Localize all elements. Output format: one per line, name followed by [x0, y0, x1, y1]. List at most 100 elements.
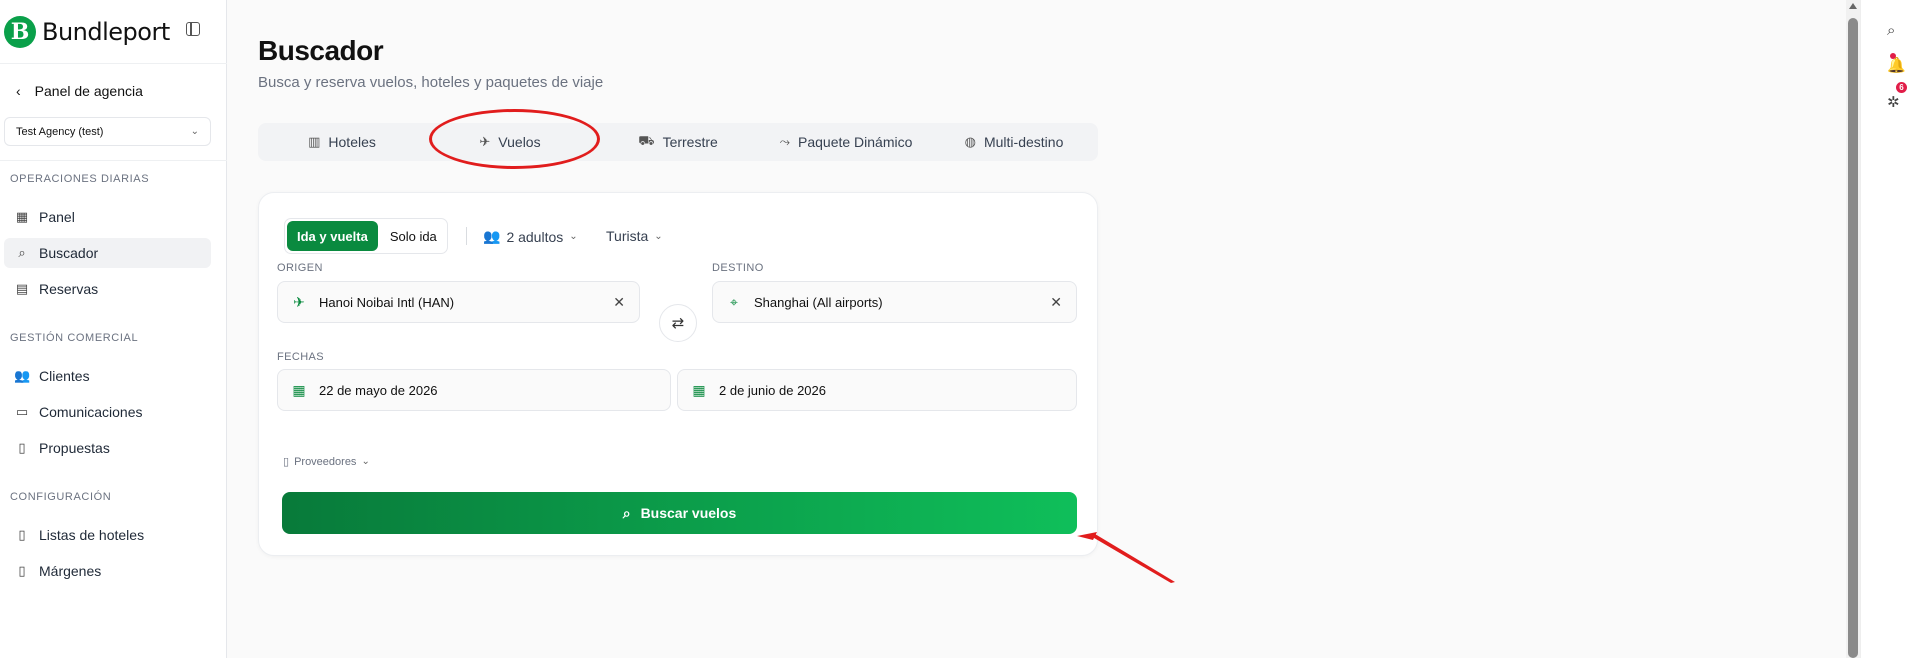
tab-hoteles[interactable]: ▥ Hoteles	[258, 123, 426, 161]
chevron-down-icon: ⌄	[361, 456, 370, 467]
divider	[0, 160, 227, 161]
section-title: OPERACIONES DIARIAS	[10, 173, 150, 185]
search-icon: ⌕	[622, 504, 631, 521]
swap-locations-button[interactable]: ⇄	[659, 304, 697, 342]
tab-terrestre[interactable]: ⛟ Terrestre	[594, 123, 762, 161]
right-rail: ⌕ 🔔 ✲	[1860, 0, 1919, 658]
globe-icon: ◍	[964, 134, 976, 149]
destination-value: Shanghai (All airports)	[754, 294, 883, 310]
arrow-shaft	[1089, 534, 1175, 583]
tab-paquete-dinamico[interactable]: ⤳ Paquete Dinámico	[762, 123, 930, 161]
tab-label: Multi-destino	[983, 134, 1064, 150]
destination-label: DESTINO	[712, 262, 764, 274]
brand-name: Bundleport	[42, 18, 170, 46]
departure-date-field[interactable]: ▦ 22 de mayo de 2026	[277, 369, 671, 411]
clear-destination-icon[interactable]: ✕	[1050, 294, 1062, 311]
nav-item-comunicaciones[interactable]: ▭ Comunicaciones	[4, 397, 211, 427]
trip-type-toggle: Ida y vuelta Solo ida	[284, 218, 448, 254]
notification-badge: 6	[1896, 82, 1907, 93]
bell-icon[interactable]: 🔔	[1887, 56, 1906, 74]
origin-value: Hanoi Noibai Intl (HAN)	[319, 294, 455, 310]
plane-takeoff-icon: ✈	[293, 293, 305, 310]
cabin-select[interactable]: Turista ⌄	[606, 228, 663, 244]
document-icon: ▯	[18, 563, 26, 578]
nav-item-propuestas[interactable]: ▯ Propuestas	[4, 433, 211, 463]
page-subtitle: Busca y reserva vuelos, hoteles y paquet…	[258, 74, 604, 91]
origin-label: ORIGEN	[277, 262, 323, 274]
sidebar-toggle-icon[interactable]	[186, 22, 200, 36]
back-to-agency-link[interactable]: ‹ Panel de agencia	[16, 83, 143, 99]
tab-label: Terrestre	[662, 134, 718, 150]
divider	[0, 63, 227, 64]
swap-icon: ⇄	[671, 315, 685, 332]
nav-item-listas-de-hoteles[interactable]: ▯ Listas de hoteles	[4, 520, 211, 550]
cabin-value: Turista	[606, 228, 649, 244]
tab-multi-destino[interactable]: ◍ Multi-destino	[930, 123, 1098, 161]
section-title: CONFIGURACIÓN	[10, 491, 112, 503]
dashboard-icon: ▦	[15, 209, 29, 224]
dates-label: FECHAS	[277, 351, 325, 363]
page-title: Buscador	[258, 35, 384, 66]
chevron-down-icon: ⌄	[190, 126, 199, 137]
sidebar: B Bundleport ‹ Panel de agencia Test Age…	[0, 0, 227, 658]
providers-dropdown[interactable]: ▯ Proveedores ⌄	[283, 455, 370, 469]
trip-type-round-trip[interactable]: Ida y vuelta	[287, 221, 378, 251]
annotation-ellipse	[429, 109, 600, 169]
product-tabs: ▥ Hoteles ✈ Vuelos ⛟ Terrestre ⤳ Paquete…	[258, 123, 1098, 161]
nav-label: Clientes	[39, 368, 90, 384]
document-icon: ▯	[18, 440, 26, 455]
calendar-icon: ▦	[692, 381, 706, 398]
annotation-arrow	[1077, 532, 1175, 583]
building-icon: ▥	[308, 134, 321, 149]
section-title: GESTIÓN COMERCIAL	[10, 332, 139, 344]
return-date-field[interactable]: ▦ 2 de junio de 2026	[677, 369, 1077, 411]
search-icon[interactable]: ⌕	[1887, 22, 1895, 39]
back-label: Panel de agencia	[34, 83, 143, 99]
departure-date-value: 22 de mayo de 2026	[319, 382, 438, 398]
map-pin-icon: ⌖	[730, 293, 738, 310]
providers-label: Proveedores	[294, 455, 357, 468]
trip-type-one-way[interactable]: Solo ida	[380, 219, 447, 253]
tab-label: Paquete Dinámico	[798, 134, 913, 150]
passengers-select[interactable]: 👥 2 adultos ⌄	[483, 228, 578, 245]
divider	[466, 227, 467, 245]
search-card: Ida y vuelta Solo ida 👥 2 adultos ⌄ Turi…	[258, 192, 1098, 556]
clear-origin-icon[interactable]: ✕	[613, 294, 625, 311]
calendar-icon: ▤	[15, 281, 29, 296]
return-date-value: 2 de junio de 2026	[719, 382, 826, 398]
nav-item-clientes[interactable]: 👥 Clientes	[4, 361, 211, 391]
origin-field[interactable]: ✈ Hanoi Noibai Intl (HAN) ✕	[277, 281, 640, 323]
bus-icon: ⛟	[638, 133, 655, 148]
brand-mark-icon: B	[4, 16, 36, 48]
destination-field[interactable]: ⌖ Shanghai (All airports) ✕	[712, 281, 1077, 323]
chevron-down-icon: ⌄	[569, 231, 578, 242]
notification-dot	[1890, 53, 1896, 59]
scroll-up-arrow-icon[interactable]	[1849, 3, 1857, 9]
nav-label: Reservas	[39, 281, 99, 297]
nav-item-margenes[interactable]: ▯ Márgenes	[4, 556, 211, 586]
agency-select[interactable]: Test Agency (test) ⌄	[4, 117, 211, 146]
tab-label: Hoteles	[328, 134, 376, 150]
bug-icon[interactable]: ✲	[1887, 93, 1900, 111]
document-icon: ▯	[283, 456, 290, 468]
page-scrollbar[interactable]	[1846, 0, 1860, 658]
nav-label: Márgenes	[39, 563, 102, 579]
brand-logo[interactable]: B Bundleport	[4, 16, 170, 48]
nav-item-buscador[interactable]: ⌕ Buscador	[4, 238, 211, 268]
users-icon: 👥	[483, 228, 501, 244]
search-button-label: Buscar vuelos	[640, 505, 737, 521]
nav-label: Comunicaciones	[39, 404, 143, 420]
search-icon: ⌕	[18, 245, 26, 260]
nav-label: Listas de hoteles	[39, 527, 145, 543]
bookmark-list-icon: ▯	[18, 527, 26, 542]
scroll-thumb[interactable]	[1848, 18, 1858, 658]
agency-value: Test Agency (test)	[16, 126, 104, 138]
chevron-down-icon: ⌄	[654, 230, 663, 242]
nav-label: Panel	[39, 209, 75, 225]
nav-item-reservas[interactable]: ▤ Reservas	[4, 274, 211, 304]
nav-label: Buscador	[39, 245, 99, 261]
search-flights-button[interactable]: ⌕ Buscar vuelos	[282, 492, 1077, 534]
nav-item-panel[interactable]: ▦ Panel	[4, 202, 211, 232]
chat-icon: ▭	[15, 404, 29, 419]
route-icon: ⤳	[779, 134, 790, 149]
